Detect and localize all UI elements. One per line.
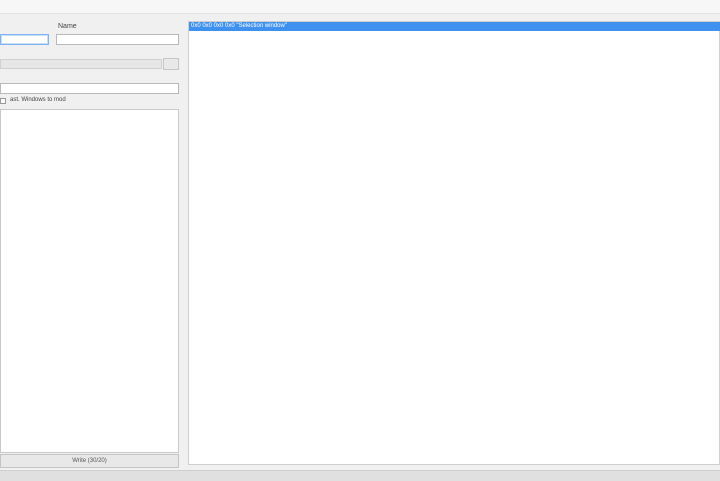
checkbox[interactable]	[0, 98, 6, 104]
title-bar	[0, 0, 720, 14]
slider-track[interactable]	[0, 59, 162, 69]
selected-row[interactable]: 0x0 0x0 0x0 0x0 "Selection window"	[189, 22, 720, 31]
name-input[interactable]	[56, 34, 179, 45]
output-panel[interactable]: 0x0 0x0 0x0 0x0 "Selection window"	[188, 21, 720, 465]
slider-button[interactable]	[163, 58, 179, 70]
write-button[interactable]: Write (30/20)	[0, 454, 179, 468]
checkbox-row[interactable]: ast. Windows to mod	[0, 97, 178, 107]
name-label: Name	[58, 23, 77, 30]
checkbox-label: ast. Windows to mod	[10, 97, 66, 103]
status-bar	[0, 470, 720, 481]
left-panel: Name ast. Windows to mod Write (30/20)	[0, 13, 184, 480]
path-input[interactable]	[0, 83, 179, 94]
list-box[interactable]	[0, 109, 179, 453]
selected-row-text: 0x0 0x0 0x0 0x0 "Selection window"	[191, 23, 287, 29]
first-input[interactable]	[0, 34, 49, 45]
